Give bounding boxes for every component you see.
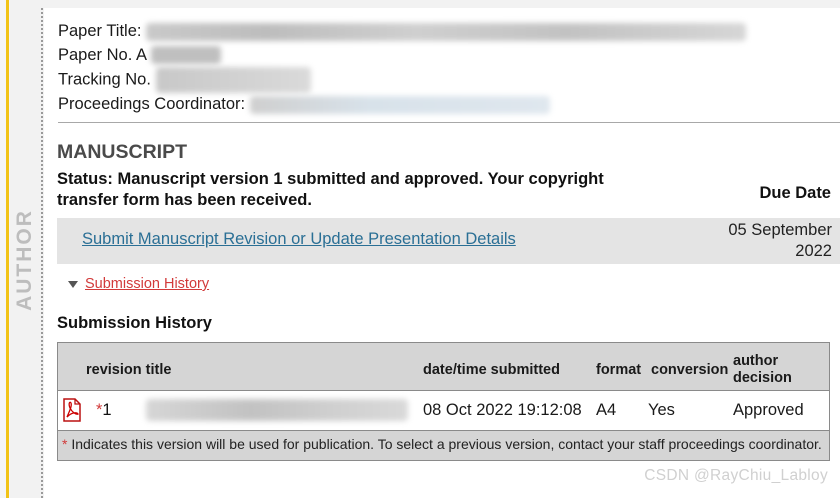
- revision-number: *1: [96, 401, 112, 420]
- manuscript-panel: Paper Title: Paper No. A Tracking No. Pr…: [44, 8, 840, 498]
- paper-number-row: Paper No. A: [58, 44, 746, 68]
- table-row: *1 08 Oct 2022 19:12:08 A4 Yes Approved: [58, 391, 829, 431]
- footnote-text: Indicates this version will be used for …: [67, 436, 822, 452]
- redacted-paper-number: [150, 46, 221, 65]
- revision-value: 1: [102, 401, 112, 419]
- side-label-text: AUTHOR: [13, 209, 37, 311]
- due-date-value: 05 September 2022: [702, 220, 832, 262]
- due-date-line1: 05 September: [728, 221, 832, 239]
- due-date-line2: 2022: [795, 242, 832, 260]
- tracking-number-row: Tracking No.: [58, 67, 746, 93]
- submission-history-table: revision title date/time submitted forma…: [57, 342, 830, 461]
- section-divider: [58, 122, 840, 123]
- pdf-file-icon[interactable]: [62, 398, 82, 427]
- due-date-header: Due Date: [759, 184, 831, 202]
- col-revision-title: revision title: [86, 362, 172, 378]
- table-footnote: * Indicates this version will be used fo…: [58, 431, 829, 460]
- paper-info: Paper Title: Paper No. A Tracking No. Pr…: [58, 20, 747, 117]
- col-datetime: date/time submitted: [423, 362, 560, 378]
- paper-title-row: Paper Title:: [58, 20, 747, 44]
- tracking-number-label: Tracking No.: [58, 70, 151, 89]
- action-row: Submit Manuscript Revision or Update Pre…: [57, 218, 840, 264]
- side-label: AUTHOR: [10, 195, 40, 325]
- paper-number-partial: A: [135, 45, 147, 64]
- decision-value: Approved: [733, 401, 804, 419]
- submission-history-toggle[interactable]: Submission History: [68, 276, 209, 292]
- col-decision: author decision: [733, 353, 792, 386]
- coordinator-label: Proceedings Coordinator:: [58, 95, 246, 113]
- watermark: CSDN @RayChiu_Labloy: [644, 467, 828, 484]
- submitted-datetime: 08 Oct 2022 19:12:08: [423, 401, 582, 419]
- manuscript-status: Status: Manuscript version 1 submitted a…: [57, 170, 604, 209]
- redacted-tracking-number: [155, 67, 311, 93]
- conversion-value: Yes: [648, 401, 675, 419]
- triangle-down-icon: [68, 280, 78, 288]
- submit-revision-link[interactable]: Submit Manuscript Revision or Update Pre…: [82, 230, 516, 249]
- redacted-revision-title: [146, 399, 408, 421]
- accent-stripe: [0, 0, 10, 498]
- submission-history-heading: Submission History: [57, 314, 212, 332]
- col-format: format: [596, 362, 642, 378]
- paper-number-label: Paper No.: [58, 45, 133, 64]
- redacted-coordinator: [249, 95, 550, 114]
- redacted-paper-title: [146, 22, 747, 41]
- dotted-divider: [41, 8, 43, 498]
- paper-title-label: Paper Title:: [58, 22, 142, 40]
- table-header: revision title date/time submitted forma…: [58, 343, 829, 391]
- submission-history-link[interactable]: Submission History: [85, 276, 209, 292]
- format-value: A4: [596, 401, 617, 419]
- col-conversion: conversion: [651, 362, 729, 378]
- section-title: MANUSCRIPT: [57, 141, 187, 163]
- coordinator-row: Proceedings Coordinator:: [58, 93, 746, 117]
